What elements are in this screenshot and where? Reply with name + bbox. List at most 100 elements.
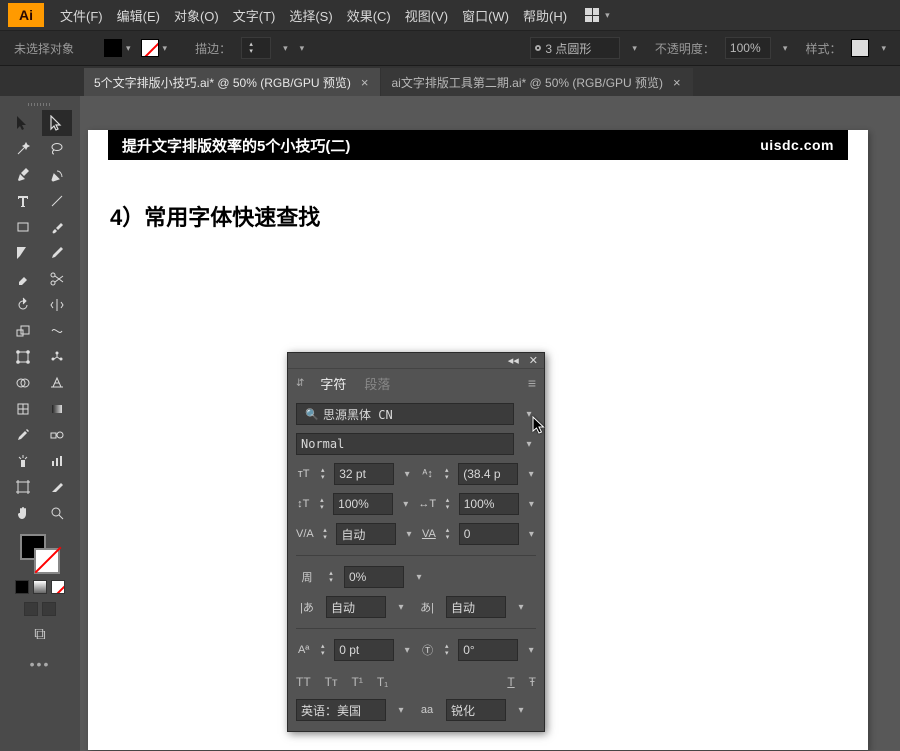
font-size-input[interactable]: 32 pt <box>334 463 394 485</box>
chevron-down-icon[interactable]: ▾ <box>404 529 413 540</box>
strikethrough-button[interactable]: Ŧ <box>529 675 536 689</box>
baseline-pct-input[interactable]: 0% <box>344 566 404 588</box>
slice-tool[interactable] <box>42 474 72 500</box>
menu-window[interactable]: 窗口(W) <box>462 6 509 25</box>
chevron-down-icon[interactable]: ▾ <box>783 43 788 54</box>
chevron-down-icon[interactable]: ▾ <box>514 602 528 613</box>
chevron-down-icon[interactable]: ▾ <box>401 499 410 510</box>
chevron-down-icon[interactable]: ▾ <box>402 469 412 480</box>
language-select[interactable]: 英语：美国 <box>296 699 386 721</box>
perspective-tool[interactable] <box>42 370 72 396</box>
symbol-sprayer-tool[interactable] <box>8 448 38 474</box>
mesh-tool[interactable] <box>8 396 38 422</box>
color-mode-gradient[interactable] <box>33 580 47 594</box>
pencil-tool[interactable] <box>42 240 72 266</box>
font-family-input[interactable]: 🔍 思源黑体 CN <box>296 403 514 425</box>
link-icon[interactable]: ⇵ <box>296 378 304 389</box>
superscript-button[interactable]: T¹ <box>352 675 363 689</box>
chevron-down-icon[interactable]: ▾ <box>526 645 536 656</box>
puppet-tool[interactable] <box>42 344 72 370</box>
menu-object[interactable]: 对象(O) <box>174 6 219 25</box>
subscript-button[interactable]: T₁ <box>377 675 388 689</box>
chevron-down-icon[interactable]: ▾ <box>522 409 536 420</box>
stepper[interactable]: ▴▾ <box>319 643 326 657</box>
eraser-tool[interactable] <box>8 266 38 292</box>
menu-view[interactable]: 视图(V) <box>405 6 448 25</box>
vscale-input[interactable]: 100% <box>333 493 393 515</box>
tab-doc-b[interactable]: ai文字排版工具第二期.ai* @ 50% (RGB/GPU 预览) × <box>381 68 692 96</box>
stepper[interactable]: ▴▾ <box>443 467 450 481</box>
fill-swatch[interactable] <box>104 39 122 57</box>
chevron-down-icon[interactable]: ▾ <box>126 43 131 54</box>
canvas[interactable]: 提升文字排版效率的5个小技巧(二) uisdc.com 4）常用字体快速查找 ◂… <box>80 96 900 751</box>
graph-tool[interactable] <box>42 448 72 474</box>
chevron-down-icon[interactable]: ▾ <box>514 705 528 716</box>
kerning-input[interactable]: 自动 <box>336 523 396 545</box>
stepper[interactable]: ▴▾ <box>444 527 451 541</box>
rect-tool[interactable] <box>8 214 38 240</box>
close-icon[interactable]: × <box>361 75 369 90</box>
draw-normal-icon[interactable] <box>24 602 38 616</box>
color-mode-solid[interactable] <box>15 580 29 594</box>
panel-grip[interactable] <box>0 100 80 108</box>
scissors-tool[interactable] <box>42 266 72 292</box>
reflect-tool[interactable] <box>42 292 72 318</box>
font-style-input[interactable]: Normal <box>296 433 514 455</box>
stepper[interactable]: ▴▾ <box>443 643 450 657</box>
color-mode-none[interactable] <box>51 580 65 594</box>
eyedropper-tool[interactable] <box>8 422 38 448</box>
stepper[interactable]: ▴▾ <box>319 467 326 481</box>
aki-after-input[interactable]: 自动 <box>446 596 506 618</box>
tab-paragraph[interactable]: 段落 <box>362 371 392 396</box>
free-transform-tool[interactable] <box>8 344 38 370</box>
panel-collapse-icon[interactable]: ◂◂ <box>508 354 519 367</box>
shaper-tool[interactable] <box>8 240 38 266</box>
edit-toolbar-icon[interactable]: ••• <box>30 656 51 672</box>
direct-selection-tool[interactable] <box>42 110 72 136</box>
line-tool[interactable] <box>42 188 72 214</box>
panel-menu-icon[interactable]: ≡ <box>528 375 536 391</box>
hscale-input[interactable]: 100% <box>459 493 519 515</box>
fill-stroke-selector[interactable] <box>20 534 60 574</box>
gradient-tool[interactable] <box>42 396 72 422</box>
style-swatch[interactable] <box>851 39 869 57</box>
underline-button[interactable]: T <box>507 675 514 689</box>
pen-tool[interactable] <box>8 162 38 188</box>
menu-edit[interactable]: 编辑(E) <box>117 6 160 25</box>
chevron-down-icon[interactable]: ▾ <box>163 43 168 54</box>
selection-tool[interactable] <box>8 110 38 136</box>
artboard-tool[interactable] <box>8 474 38 500</box>
menu-help[interactable]: 帮助(H) <box>523 6 567 25</box>
aki-before-input[interactable]: 自动 <box>326 596 386 618</box>
chevron-down-icon[interactable]: ▾ <box>527 529 536 540</box>
stepper[interactable]: ▴▾ <box>326 570 336 584</box>
antialias-select[interactable]: 锐化 <box>446 699 506 721</box>
rotate-tool[interactable] <box>8 292 38 318</box>
hand-tool[interactable] <box>8 500 38 526</box>
close-icon[interactable]: ✕ <box>529 354 538 367</box>
stepper[interactable]: ▴▾ <box>444 497 451 511</box>
stroke-panel-icon[interactable]: ▾ <box>300 43 305 54</box>
allcaps-button[interactable]: TT <box>296 675 311 689</box>
curvature-tool[interactable] <box>42 162 72 188</box>
draw-behind-icon[interactable] <box>42 602 56 616</box>
stepper[interactable]: ▴▾ <box>322 527 329 541</box>
scale-tool[interactable] <box>8 318 38 344</box>
stepper[interactable]: ▴▾ <box>319 497 326 511</box>
menu-file[interactable]: 文件(F) <box>60 6 103 25</box>
tab-doc-a[interactable]: 5个文字排版小技巧.ai* @ 50% (RGB/GPU 预览) × <box>84 68 380 96</box>
brush-preset[interactable]: 3 点圆形 <box>530 37 620 59</box>
width-tool[interactable] <box>42 318 72 344</box>
stroke-swatch[interactable] <box>141 39 159 57</box>
tracking-input[interactable]: 0 <box>459 523 519 545</box>
workspace-switcher[interactable]: ▾ <box>585 8 610 22</box>
brush-tool[interactable] <box>42 214 72 240</box>
chevron-down-icon[interactable]: ▾ <box>632 43 637 54</box>
stroke-weight-input[interactable]: ▴▾ <box>241 37 271 59</box>
shape-builder-tool[interactable] <box>8 370 38 396</box>
close-icon[interactable]: × <box>673 75 681 90</box>
chevron-down-icon[interactable]: ▾ <box>527 499 536 510</box>
lasso-tool[interactable] <box>42 136 72 162</box>
chevron-down-icon[interactable]: ▾ <box>412 572 426 583</box>
chevron-down-icon[interactable]: ▾ <box>394 705 408 716</box>
